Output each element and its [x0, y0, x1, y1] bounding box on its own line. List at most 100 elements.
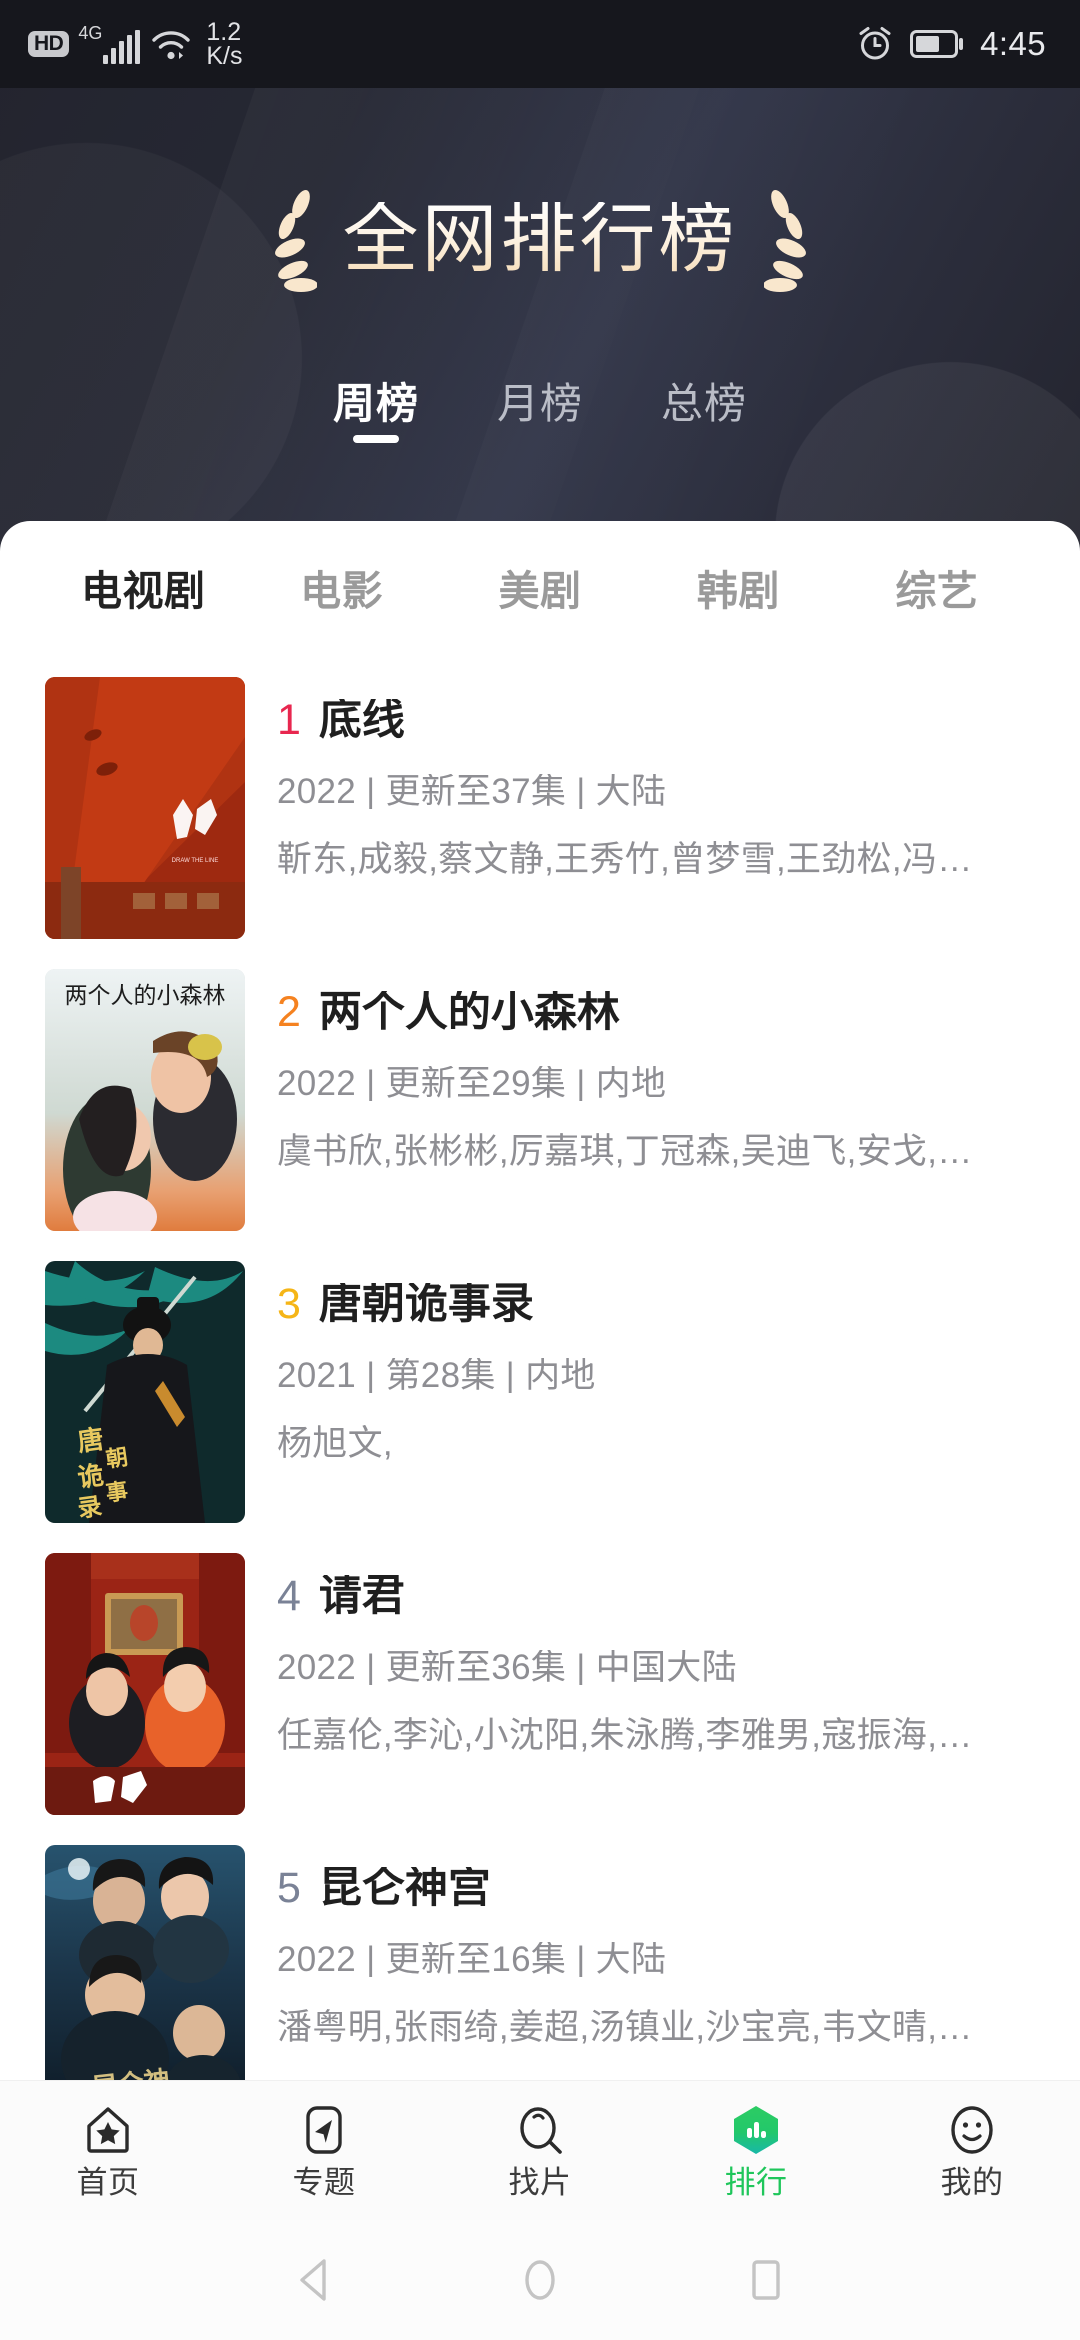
poster-thumbnail[interactable]: 昆仑神	[45, 1845, 245, 2081]
category-tab-kr-drama-label: 韩剧	[696, 567, 780, 614]
list-item[interactable]: DRAW THE LINE 1 底线 2022 | 更新至37集 | 大陆 靳东…	[0, 661, 1080, 953]
bottom-navigation-bar[interactable]: 首页 专题 找片 排行 我的	[0, 2080, 1080, 2220]
list-item-subtitle: 2022 | 更新至29集 | 内地	[277, 1066, 667, 1101]
period-tab-month[interactable]: 月榜	[491, 380, 589, 447]
search-icon	[520, 2106, 562, 2154]
list-item-meta: 1 底线 2022 | 更新至37集 | 大陆 靳东,成毅,蔡文静,王秀竹,曾梦…	[277, 677, 1040, 880]
nav-item-home[interactable]: 首页	[0, 2104, 216, 2198]
category-tab-us-drama-label: 美剧	[498, 567, 582, 614]
signal-icon: 4G	[78, 23, 141, 64]
network-speed: 1.2 K/s	[206, 17, 243, 70]
list-item-cast: 靳东,成毅,蔡文静,王秀竹,曾梦雪,王劲松,冯…	[277, 841, 973, 879]
list-item[interactable]: 唐 诡 朝 事 录 3 唐朝诡事录 2021 | 第28集 | 内地 杨旭文,	[0, 1245, 1080, 1537]
list-item-title: 昆仑神宫	[318, 1867, 491, 1910]
list-item-title: 底线	[318, 699, 405, 742]
laurel-branch-icon	[763, 190, 806, 292]
category-tab-us-drama[interactable]: 美剧	[441, 567, 639, 614]
category-tab-bar[interactable]: 电视剧 电影 美剧 韩剧 综艺	[0, 521, 1080, 661]
poster-thumbnail[interactable]: DRAW THE LINE	[45, 677, 245, 939]
rank-number: 3	[277, 1280, 301, 1328]
list-item-subtitle: 2022 | 更新至37集 | 大陆	[277, 774, 667, 809]
list-item-meta: 5 昆仑神宫 2022 | 更新至16集 | 大陆 潘粤明,张雨绮,姜超,汤镇业…	[277, 1845, 1040, 2048]
nav-item-home-label: 首页	[76, 2164, 140, 2200]
svg-text:朝: 朝	[104, 1444, 129, 1472]
poster-thumbnail[interactable]: 两个人的小森林	[45, 969, 245, 1231]
poster-thumbnail[interactable]: 唐 诡 朝 事 录	[45, 1261, 245, 1523]
category-tab-variety-label: 综艺	[895, 567, 979, 614]
nav-item-topics-label: 专题	[292, 2164, 356, 2200]
network-speed-unit: K/s	[206, 42, 243, 70]
hd-icon: HD	[28, 31, 70, 57]
list-item-meta: 4 请君 2022 | 更新至36集 | 中国大陆 任嘉伦,李沁,小沈阳,朱泳腾…	[277, 1553, 1040, 1756]
laurel-branch-icon	[274, 190, 317, 292]
home-circle-icon	[525, 2260, 555, 2300]
list-item-meta: 3 唐朝诡事录 2021 | 第28集 | 内地 杨旭文,	[277, 1261, 1040, 1464]
wifi-icon	[152, 31, 191, 60]
category-tab-tv-label: 电视剧	[80, 567, 206, 614]
nav-item-search[interactable]: 找片	[432, 2104, 648, 2198]
status-bar-clock: 4:45	[980, 25, 1046, 62]
list-item-meta: 2 两个人的小森林 2022 | 更新至29集 | 内地 虞书欣,张彬彬,厉嘉琪…	[277, 969, 1040, 1172]
app-screen: 全网排行榜 周榜 月榜 总榜 HD 4G 1.2 K/s 4:45 电视剧 电影…	[0, 0, 1080, 2340]
back-triangle-icon	[300, 2259, 326, 2301]
ranking-chart-icon	[734, 2105, 778, 2154]
list-item-title-line: 5 昆仑神宫	[277, 1867, 1040, 1910]
nav-item-mine[interactable]: 我的	[864, 2104, 1080, 2198]
poster-liangegrenxiaosenlin: 两个人的小森林	[45, 969, 245, 1231]
category-tab-movie[interactable]: 电影	[242, 567, 440, 614]
list-item-subtitle: 2022 | 更新至16集 | 大陆	[277, 1942, 667, 1977]
ranking-list: DRAW THE LINE 1 底线 2022 | 更新至37集 | 大陆 靳东…	[0, 661, 1080, 2081]
category-tab-variety[interactable]: 综艺	[838, 567, 1036, 614]
battery-icon	[910, 30, 964, 58]
rank-number: 4	[277, 1572, 301, 1620]
smiley-face-icon	[951, 2105, 993, 2154]
poster-dixian: DRAW THE LINE	[45, 677, 245, 939]
home-star-icon	[87, 2106, 129, 2153]
rank-number: 5	[277, 1864, 301, 1912]
period-tab-month-label: 月榜	[496, 380, 583, 427]
category-tab-tv[interactable]: 电视剧	[44, 567, 242, 614]
list-item-subtitle: 2022 | 更新至36集 | 中国大陆	[277, 1650, 737, 1685]
status-bar: HD 4G 1.2 K/s 4:45	[0, 0, 1080, 88]
period-tab-week[interactable]: 周榜	[327, 380, 425, 447]
nav-item-topics[interactable]: 专题	[216, 2104, 432, 2198]
poster-thumbnail[interactable]	[45, 1553, 245, 1815]
list-item-title-line: 4 请君	[277, 1575, 1040, 1618]
list-item-cast: 虞书欣,张彬彬,厉嘉琪,丁冠森,吴迪飞,安戈,…	[277, 1133, 973, 1171]
list-item[interactable]: 两个人的小森林 2 两个人的小森林 2022 | 更新至29集 | 内地 虞书欣…	[0, 953, 1080, 1245]
content-sheet: 电视剧 电影 美剧 韩剧 综艺 DRAW THE LINE 1 底线 2022 …	[0, 521, 1080, 2081]
svg-text:两个人的小森林: 两个人的小森林	[65, 982, 226, 1008]
poster-tangchaoguishilu: 唐 诡 朝 事 录	[45, 1261, 245, 1523]
android-back-button[interactable]	[286, 2252, 342, 2308]
network-speed-value: 1.2	[206, 17, 242, 46]
poster-kunlunshengong: 昆仑神	[45, 1845, 245, 2081]
list-item-title: 唐朝诡事录	[318, 1283, 534, 1326]
poster-qingjun	[45, 1553, 245, 1815]
rank-number: 2	[277, 988, 301, 1036]
nav-item-ranking[interactable]: 排行	[648, 2104, 864, 2198]
page-title: 全网排行榜	[342, 197, 738, 282]
period-tab-bar[interactable]: 周榜 月榜 总榜	[0, 380, 1080, 447]
list-item[interactable]: 4 请君 2022 | 更新至36集 | 中国大陆 任嘉伦,李沁,小沈阳,朱泳腾…	[0, 1537, 1080, 1829]
period-tab-week-label: 周榜	[332, 380, 419, 427]
status-bar-right: 4:45	[856, 25, 1046, 63]
category-tab-movie-label: 电影	[300, 567, 384, 614]
svg-text:录: 录	[76, 1493, 104, 1523]
category-tab-kr-drama[interactable]: 韩剧	[639, 567, 837, 614]
list-item-subtitle: 2021 | 第28集 | 内地	[277, 1358, 596, 1393]
rank-number: 1	[277, 696, 301, 744]
list-item-cast: 潘粤明,张雨绮,姜超,汤镇业,沙宝亮,韦文晴,…	[277, 2009, 973, 2047]
list-item[interactable]: 昆仑神 5 昆仑神宫 2022 | 更新至16集 | 大陆 潘粤明,张雨绮,姜超…	[0, 1829, 1080, 2081]
network-type-label: 4G	[78, 23, 103, 43]
recents-square-icon	[752, 2260, 780, 2300]
list-item-title: 请君	[318, 1575, 405, 1618]
list-item-cast: 杨旭文,	[277, 1425, 393, 1463]
compass-arrow-icon	[306, 2105, 342, 2154]
page-title-block: 全网排行榜	[0, 186, 1080, 294]
period-tab-overall[interactable]: 总榜	[655, 380, 753, 447]
list-item-title-line: 1 底线	[277, 699, 1040, 742]
android-navigation-bar[interactable]	[0, 2220, 1080, 2340]
status-bar-left: HD 4G 1.2 K/s	[28, 17, 243, 70]
android-home-button[interactable]	[512, 2252, 568, 2308]
android-recents-button[interactable]	[738, 2252, 794, 2308]
